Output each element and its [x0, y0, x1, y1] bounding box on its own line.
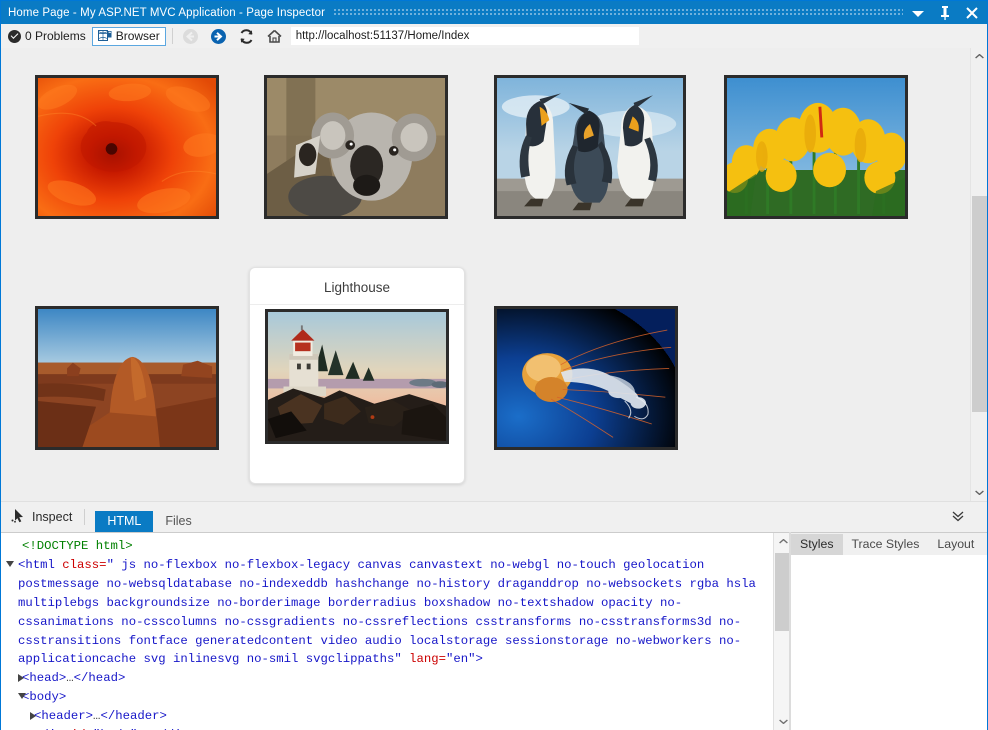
- title-bar-grip: [333, 8, 903, 17]
- pin-icon[interactable]: [938, 5, 952, 21]
- source-line[interactable]: <!DOCTYPE html>: [4, 537, 772, 556]
- jellyfish-image: [497, 309, 675, 447]
- html-source-pane[interactable]: <!DOCTYPE html> <html class=" js no-flexb…: [1, 532, 791, 730]
- source-line[interactable]: <head>…</head>: [4, 669, 772, 688]
- code-token: <head>: [22, 671, 66, 685]
- thumbnail-chrysanthemum[interactable]: [35, 75, 219, 219]
- browser-button-label: Browser: [116, 29, 160, 43]
- problems-label: 0 Problems: [25, 29, 86, 43]
- styles-tab-styles[interactable]: Styles: [791, 534, 843, 555]
- double-chevron-down-icon[interactable]: [951, 509, 965, 523]
- home-icon[interactable]: [266, 28, 283, 45]
- browser-window-icon: [98, 30, 112, 42]
- styles-tab-att[interactable]: Att: [983, 534, 987, 555]
- navigation-icons: [179, 28, 283, 45]
- html-source-code: <!DOCTYPE html> <html class=" js no-flexb…: [1, 533, 772, 730]
- browser-vertical-scrollbar[interactable]: [970, 48, 987, 501]
- thumbnail-lighthouse[interactable]: [265, 309, 449, 444]
- styles-tab-trace-styles[interactable]: Trace Styles: [843, 534, 929, 555]
- desert-image: [38, 309, 216, 447]
- inspector-separator: [84, 509, 85, 525]
- toolbar-separator: [172, 28, 173, 44]
- inspect-button[interactable]: Inspect: [1, 504, 82, 530]
- chrysanthemum-image: [38, 78, 216, 216]
- penguins-image: [497, 78, 683, 216]
- code-token: " js no-flexbox no-flexbox-legacy canvas…: [18, 558, 756, 667]
- code-token: <!DOCTYPE html>: [22, 539, 133, 553]
- cursor-inspect-icon: [11, 508, 26, 526]
- window-title: Home Page - My ASP.NET MVC Application -…: [1, 7, 325, 19]
- scroll-down-arrow[interactable]: [971, 484, 987, 501]
- expand-arrow-icon[interactable]: [6, 561, 14, 567]
- lighthouse-caption: Lighthouse: [250, 268, 464, 305]
- styles-tabs: StylesTrace StylesLayoutAtt: [791, 533, 987, 555]
- browser-scrollbar-thumb[interactable]: [972, 196, 987, 412]
- back-arrow-icon[interactable]: [182, 28, 199, 45]
- source-line[interactable]: <html class=" js no-flexbox no-flexbox-l…: [4, 556, 772, 669]
- dropdown-caret-icon[interactable]: [911, 5, 925, 21]
- collapse-arrow-icon[interactable]: [18, 674, 24, 682]
- styles-tab-layout[interactable]: Layout: [928, 534, 983, 555]
- code-token: <body>: [22, 690, 66, 704]
- check-circle-icon: [8, 30, 21, 43]
- styles-body: [791, 555, 987, 730]
- source-line[interactable]: <header>…</header>: [4, 707, 772, 726]
- page-inspector-window: Home Page - My ASP.NET MVC Application -…: [0, 0, 988, 730]
- code-token: lang=: [409, 652, 446, 666]
- inspector-toolbar: Inspect HTML Files: [1, 501, 987, 532]
- styles-pane: StylesTrace StylesLayoutAtt: [791, 532, 987, 730]
- lighthouse-image: [268, 312, 446, 441]
- forward-arrow-icon[interactable]: [210, 28, 227, 45]
- browser-viewport: Lighthouse: [1, 48, 987, 501]
- problems-indicator[interactable]: 0 Problems: [1, 24, 92, 48]
- title-bar: Home Page - My ASP.NET MVC Application -…: [1, 1, 987, 24]
- thumbnail-koala[interactable]: [264, 75, 448, 219]
- lighthouse-card[interactable]: Lighthouse: [249, 267, 465, 484]
- thumbnail-tulips[interactable]: [724, 75, 908, 219]
- inspector-tabs: HTML Files: [95, 501, 203, 532]
- code-token: </head>: [74, 671, 126, 685]
- tulips-image: [727, 78, 905, 216]
- code-token: >: [476, 652, 483, 666]
- tab-html[interactable]: HTML: [95, 511, 153, 532]
- collapse-arrow-icon[interactable]: [30, 712, 36, 720]
- thumbnail-desert[interactable]: [35, 306, 219, 450]
- close-icon[interactable]: [965, 5, 979, 21]
- code-token: <header>: [34, 709, 93, 723]
- koala-image: [267, 78, 445, 216]
- code-token: …: [66, 671, 73, 685]
- code-token: </header>: [100, 709, 166, 723]
- refresh-icon[interactable]: [238, 28, 255, 45]
- browser-button[interactable]: Browser: [92, 27, 166, 46]
- source-line[interactable]: <div id="body">…</div>: [4, 726, 772, 730]
- code-token: "en": [446, 652, 476, 666]
- scroll-up-arrow[interactable]: [971, 48, 987, 65]
- tab-files[interactable]: Files: [153, 511, 203, 532]
- inspect-label: Inspect: [32, 510, 72, 524]
- thumbnail-jellyfish[interactable]: [494, 306, 678, 450]
- thumbnail-penguins[interactable]: [494, 75, 686, 219]
- source-line[interactable]: <body>: [4, 688, 772, 707]
- code-token: <html: [18, 558, 62, 572]
- code-token: class=: [62, 558, 106, 572]
- expand-arrow-icon[interactable]: [18, 693, 26, 699]
- browser-toolbar: 0 Problems Browser: [1, 24, 987, 48]
- address-bar[interactable]: http://localhost:51137/Home/Index: [291, 27, 639, 45]
- rendered-page: Lighthouse: [1, 48, 970, 501]
- window-controls: [911, 5, 987, 21]
